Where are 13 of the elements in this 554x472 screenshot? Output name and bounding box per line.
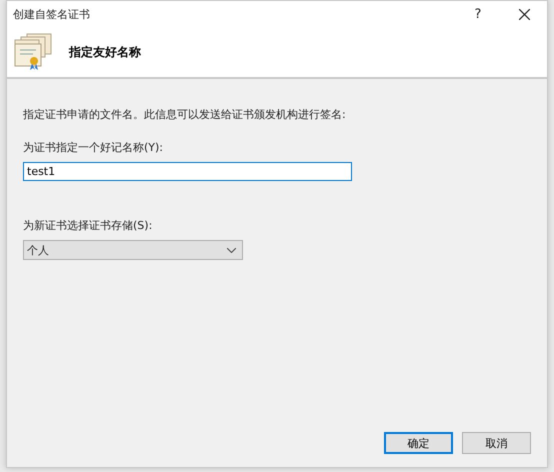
window-title: 创建自签名证书 bbox=[13, 6, 91, 22]
name-input-field[interactable]: test1 bbox=[23, 162, 352, 181]
description-text: 指定证书申请的文件名。此信息可以发送给证书颁发机构进行签名: bbox=[23, 107, 347, 122]
dialog-button[interactable]: 确定 bbox=[384, 432, 453, 454]
field-label: 为新证书选择证书存储(S): bbox=[23, 218, 154, 233]
field-label: 为证书指定一个好记名称(Y): bbox=[23, 140, 164, 155]
dialog-button[interactable]: 取消 bbox=[462, 432, 531, 454]
store-dropdown[interactable]: 个人 bbox=[23, 240, 243, 260]
help-button[interactable]: ? bbox=[455, 1, 501, 27]
certificate-icon bbox=[13, 32, 53, 72]
page-heading: 指定友好名称 bbox=[69, 44, 141, 60]
close-icon bbox=[518, 8, 530, 20]
chevron-down-icon bbox=[227, 248, 236, 252]
